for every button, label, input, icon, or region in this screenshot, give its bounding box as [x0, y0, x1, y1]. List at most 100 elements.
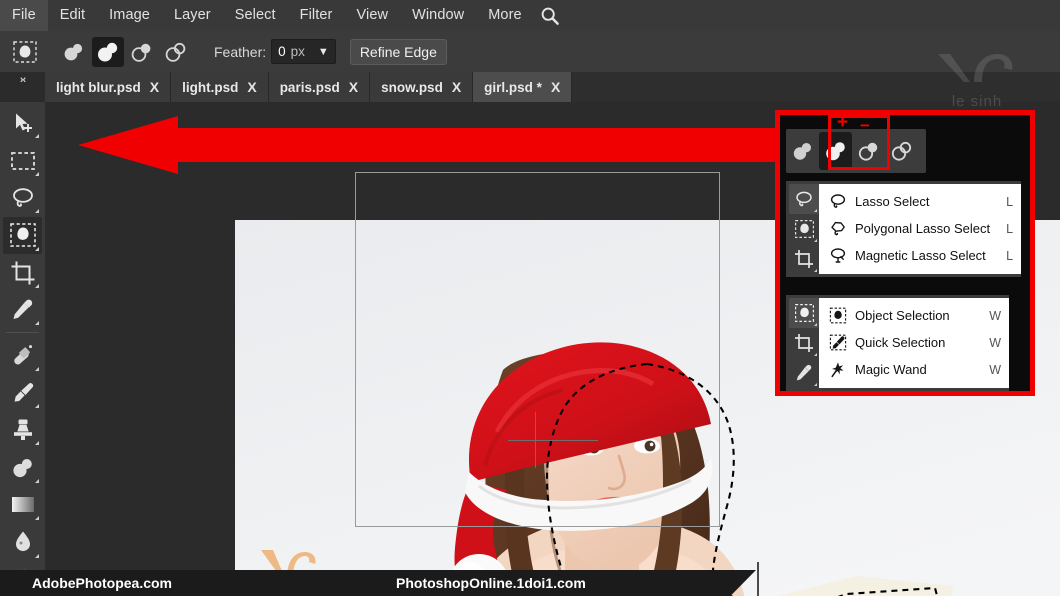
- tools-panel: [0, 102, 46, 596]
- menu-item-label: Magnetic Lasso Select: [855, 248, 986, 263]
- menu-view[interactable]: View: [344, 0, 400, 31]
- object-flyout-minitools: [789, 298, 819, 388]
- menu-window[interactable]: Window: [400, 0, 476, 31]
- tool-expand-corner: [35, 516, 39, 521]
- clone-stamp-tool[interactable]: [3, 412, 42, 448]
- tool-expand-corner: [35, 553, 39, 558]
- boolean-mode-group: [58, 36, 192, 67]
- new-selection-button[interactable]: [58, 37, 90, 67]
- close-icon[interactable]: X: [452, 79, 461, 95]
- menu-item-shortcut: L: [1006, 248, 1014, 263]
- lasso-menu-card: Lasso Select L Polygonal Lasso Select L: [819, 184, 1022, 274]
- blur-tool[interactable]: [3, 524, 42, 560]
- tool-expand-corner: [814, 383, 817, 386]
- close-icon[interactable]: X: [349, 79, 358, 95]
- menu-item-label: Lasso Select: [855, 194, 930, 209]
- menu-item-label: Magic Wand: [855, 362, 927, 377]
- minus-annotation: −: [860, 116, 870, 135]
- brush-tool[interactable]: [3, 375, 42, 411]
- toolbar-divider: [6, 332, 39, 334]
- tool-expand-corner: [35, 321, 39, 326]
- tab-snow-psd[interactable]: snow.psd X: [370, 72, 474, 102]
- tab-light-blur-psd[interactable]: light blur.psd X: [45, 72, 172, 102]
- gradient-tool[interactable]: [3, 487, 42, 523]
- menu-item-lasso-select[interactable]: Lasso Select L: [819, 188, 1021, 215]
- menu-file[interactable]: File: [0, 0, 48, 31]
- tool-expand-corner: [35, 209, 39, 214]
- eraser-tool[interactable]: [3, 449, 42, 485]
- menu-item-shortcut: W: [989, 308, 1001, 323]
- feather-label: Feather:: [214, 43, 267, 60]
- menu-item-magnetic-lasso-select[interactable]: Magnetic Lasso Select L: [819, 242, 1021, 269]
- feather-value: 0: [278, 44, 286, 59]
- menu-image[interactable]: Image: [97, 0, 162, 31]
- eyedropper-tool[interactable]: [3, 292, 42, 328]
- collapse-panel-button[interactable]: ›‹: [0, 72, 45, 102]
- lasso-icon: [825, 193, 851, 210]
- chevron-down-icon[interactable]: ▼: [318, 46, 329, 58]
- object-selection-icon[interactable]: [10, 38, 40, 66]
- move-tool[interactable]: [3, 105, 42, 141]
- crop-tool-mini[interactable]: [789, 244, 819, 274]
- subtract-from-selection-button[interactable]: [126, 37, 158, 67]
- polygonal-lasso-icon: [825, 220, 851, 237]
- tool-expand-corner: [814, 323, 817, 326]
- annotated-flyout-region: + − Lasso Select L Polygonal Lasso Selec…: [775, 110, 1035, 396]
- search-icon[interactable]: [534, 0, 570, 31]
- object-selection-tool-mini[interactable]: [789, 214, 819, 244]
- menu-select[interactable]: Select: [223, 0, 288, 31]
- document-tab-bar: ›‹ light blur.psd X light.psd X paris.ps…: [0, 72, 1060, 103]
- menu-item-polygonal-lasso-select[interactable]: Polygonal Lasso Select L: [819, 215, 1021, 242]
- close-icon[interactable]: X: [150, 79, 159, 95]
- lasso-tool-mini[interactable]: [789, 184, 819, 214]
- spot-healing-tool[interactable]: [3, 337, 42, 373]
- tool-expand-corner: [35, 246, 39, 251]
- crop-tool-mini-2[interactable]: [789, 328, 819, 358]
- tab-light-psd[interactable]: light.psd X: [171, 72, 269, 102]
- menu-item-magic-wand[interactable]: Magic Wand W: [819, 356, 1009, 383]
- tab-label: light.psd: [182, 79, 239, 95]
- intersect-selection-button[interactable]: [160, 37, 192, 67]
- menu-item-label: Quick Selection: [855, 335, 946, 350]
- menu-item-shortcut: W: [989, 362, 1001, 377]
- tool-expand-corner: [35, 478, 39, 483]
- object-selection-tool-mini-2[interactable]: [789, 298, 819, 328]
- tool-expand-corner: [814, 269, 817, 272]
- new-selection-icon[interactable]: [786, 132, 819, 170]
- secondary-crosshair-vertical: [757, 562, 759, 596]
- lasso-tool[interactable]: [3, 180, 42, 216]
- crop-tool[interactable]: [3, 255, 42, 291]
- add-to-selection-button[interactable]: [92, 36, 124, 67]
- feather-unit: px: [290, 44, 305, 59]
- refine-edge-button[interactable]: Refine Edge: [349, 38, 447, 65]
- close-icon[interactable]: X: [247, 79, 256, 95]
- menu-item-quick-selection[interactable]: Quick Selection W: [819, 329, 1009, 356]
- menu-edit[interactable]: Edit: [48, 0, 97, 31]
- lasso-flyout-minitools: [789, 184, 819, 274]
- tab-bar-filler: [572, 72, 1060, 102]
- menu-bar: File Edit Image Layer Select Filter View…: [0, 0, 1060, 32]
- feather-input[interactable]: 0 px ▼: [271, 39, 336, 64]
- tool-expand-corner: [35, 441, 39, 446]
- tab-label: light blur.psd: [56, 79, 141, 95]
- tool-expand-corner: [35, 171, 39, 176]
- menu-more[interactable]: More: [476, 0, 533, 31]
- menu-layer[interactable]: Layer: [162, 0, 223, 31]
- tool-expand-corner: [35, 283, 39, 288]
- menu-item-object-selection[interactable]: Object Selection W: [819, 302, 1009, 329]
- object-selection-flyout-panel: Object Selection W Quick Selection W Mag…: [786, 295, 1009, 391]
- tool-expand-corner: [35, 134, 39, 139]
- quick-selection-icon: [825, 334, 851, 351]
- menu-filter[interactable]: Filter: [288, 0, 345, 31]
- eyedropper-tool-mini[interactable]: [789, 358, 819, 388]
- tab-label: girl.psd *: [484, 79, 542, 95]
- menu-item-label: Object Selection: [855, 308, 950, 323]
- menu-item-shortcut: L: [1006, 194, 1014, 209]
- tab-paris-psd[interactable]: paris.psd X: [268, 72, 371, 102]
- object-selection-tool[interactable]: [3, 217, 42, 254]
- object-selection-icon: [825, 307, 851, 324]
- rectangular-marquee-tool[interactable]: [3, 142, 42, 178]
- menu-item-label: Polygonal Lasso Select: [855, 221, 991, 236]
- tab-girl-psd[interactable]: girl.psd * X: [473, 72, 573, 102]
- close-icon[interactable]: X: [551, 79, 560, 95]
